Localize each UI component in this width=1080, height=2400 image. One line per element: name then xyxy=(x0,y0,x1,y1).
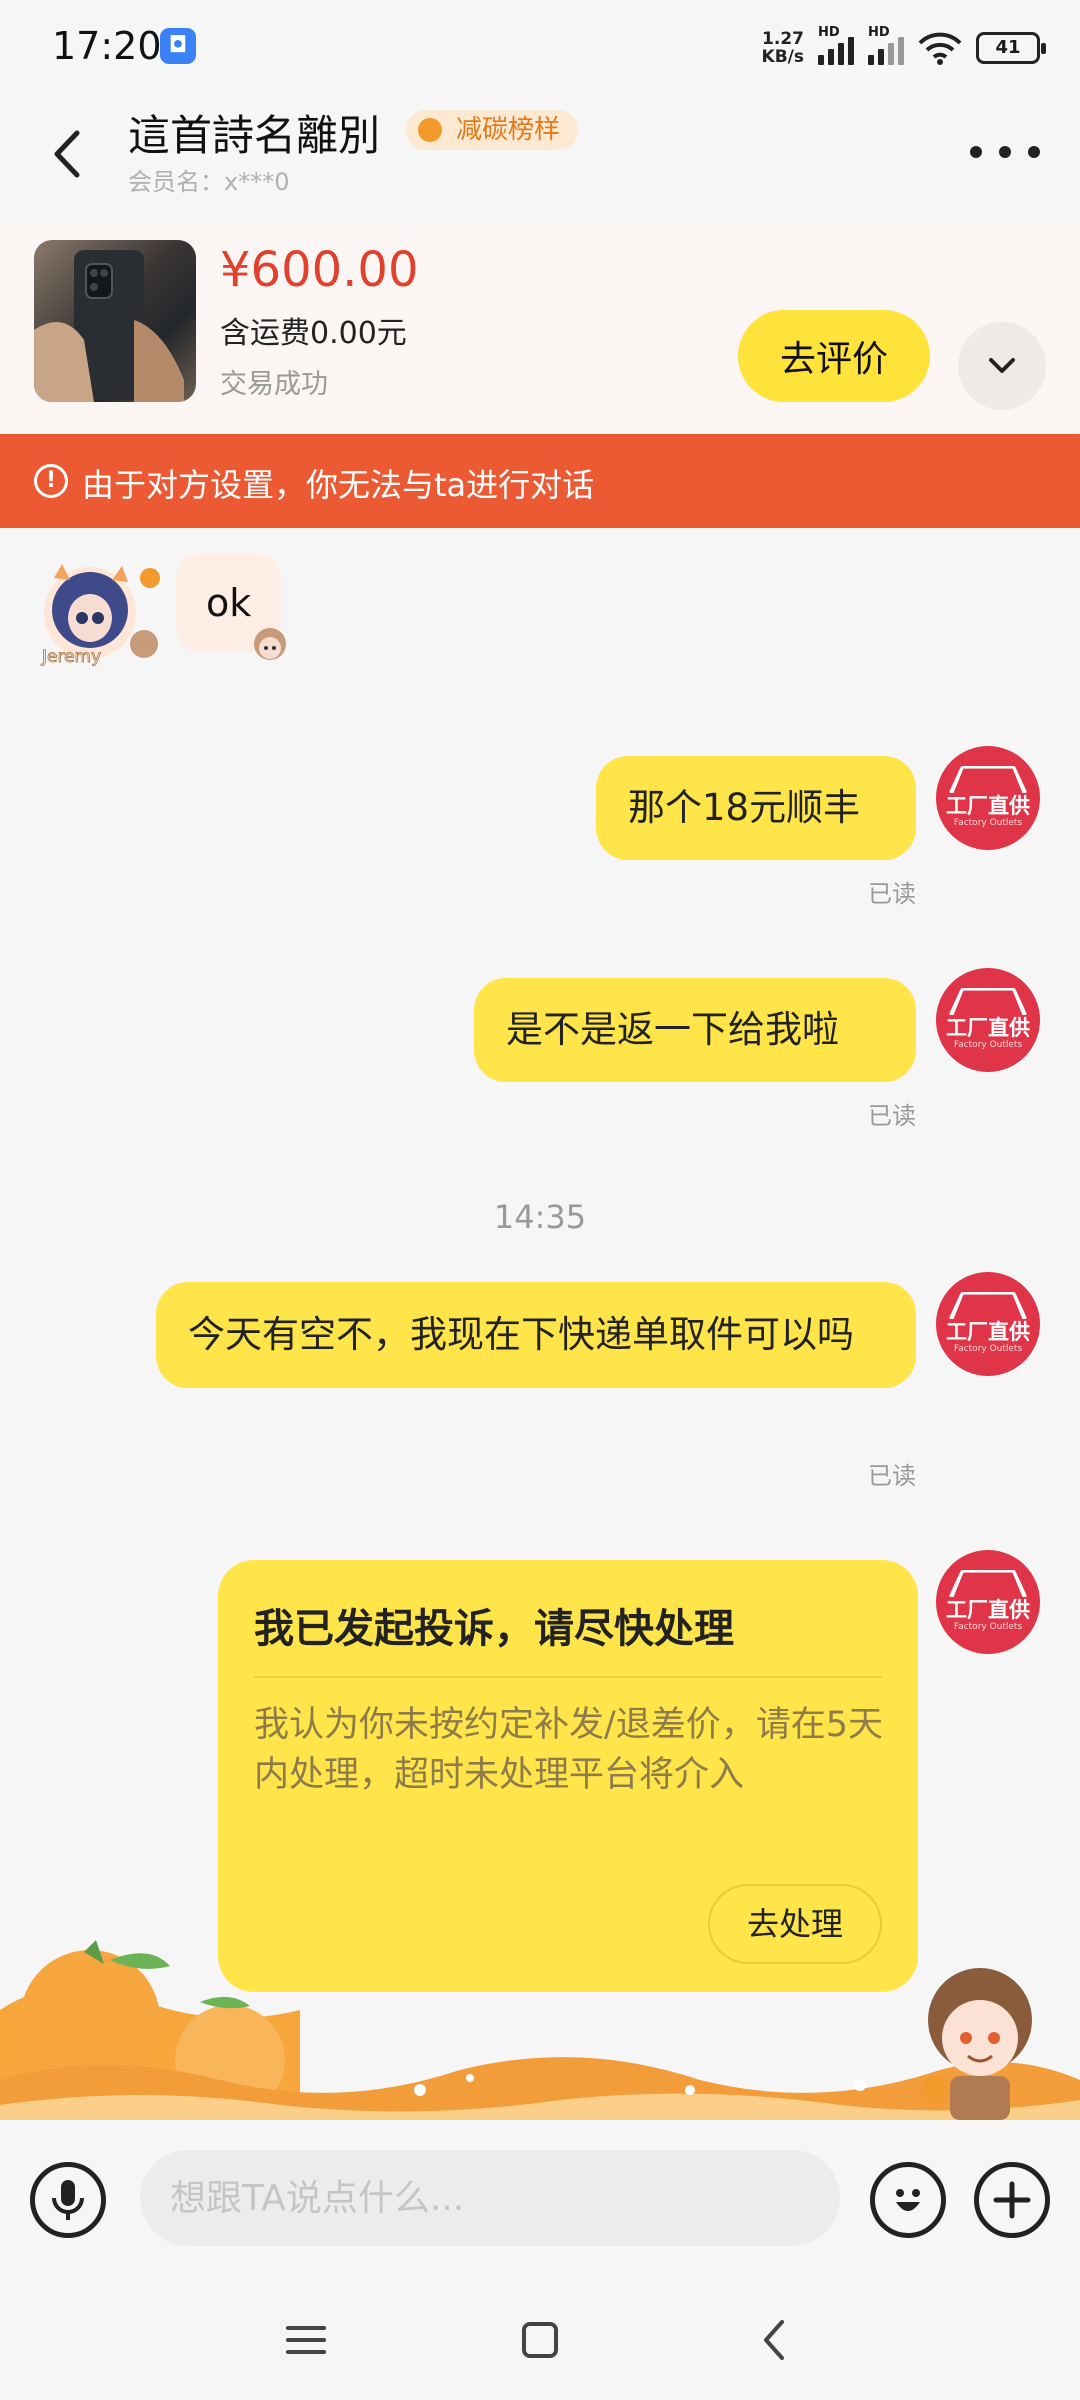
more-dot-icon xyxy=(999,146,1011,158)
mascot-sticker-icon xyxy=(254,628,286,660)
house-roof-icon xyxy=(948,1292,1028,1319)
app-notification-icon: ◘ xyxy=(160,28,196,64)
more-dot-icon xyxy=(1028,146,1040,158)
menu-icon xyxy=(286,2326,326,2354)
my-message-bubble[interactable]: 是不是返一下给我啦 xyxy=(474,978,916,1082)
chevron-left-icon xyxy=(764,2320,784,2360)
my-message-bubble[interactable]: 今天有空不，我现在下快递单取件可以吗 xyxy=(156,1282,916,1388)
price: ¥600.00 xyxy=(220,242,419,298)
complaint-title: 我已发起投诉，请尽快处理 xyxy=(254,1606,734,1652)
battery-icon: 41 xyxy=(976,32,1046,64)
review-button[interactable]: 去评价 xyxy=(738,310,930,402)
signal-icon: HD xyxy=(818,25,854,65)
message-list[interactable]: Jeremy ok 工厂直供 Factory Outlets 那个18元顺丰 已… xyxy=(0,528,1080,2120)
alert-icon: ! xyxy=(34,464,68,498)
handle-button[interactable]: 去处理 xyxy=(708,1884,882,1964)
badge-label: 减碳榜样 xyxy=(456,115,561,145)
chat-header: 這首詩名離別 减碳榜样 会员名：x***0 xyxy=(0,92,1080,222)
clock: 17:20 xyxy=(52,24,162,68)
chevron-left-icon xyxy=(54,130,80,178)
member-name: 会员名：x***0 xyxy=(128,168,290,196)
product-card[interactable]: ¥600.00 含运费0.00元 交易成功 去评价 xyxy=(0,222,1080,434)
peer-avatar[interactable]: Jeremy xyxy=(32,558,162,668)
microphone-icon xyxy=(52,2180,84,2220)
emoji-button[interactable] xyxy=(870,2162,946,2238)
trade-status: 交易成功 xyxy=(220,369,328,400)
more-options-button[interactable] xyxy=(970,132,1040,172)
my-avatar[interactable]: 工厂直供 Factory Outlets xyxy=(936,968,1040,1072)
shipping-fee: 含运费0.00元 xyxy=(220,316,407,351)
divider xyxy=(254,1676,882,1678)
smiley-icon xyxy=(896,2189,920,2211)
house-roof-icon xyxy=(948,1570,1028,1597)
anime-avatar: Jeremy xyxy=(41,564,160,667)
plus-icon xyxy=(993,2181,1031,2219)
phone-photo xyxy=(34,250,184,402)
house-roof-icon xyxy=(948,988,1028,1015)
complaint-body: 我认为你未按约定补发/退差价，请在5天内处理，超时未处理平台将介入 xyxy=(254,1705,884,1795)
my-avatar[interactable]: 工厂直供 Factory Outlets xyxy=(936,1272,1040,1376)
expand-button[interactable] xyxy=(958,322,1046,410)
home-square-icon xyxy=(522,2322,558,2358)
wifi-icon xyxy=(918,32,962,65)
status-icons: 1.27 KB/s HD HD 41 xyxy=(761,25,1046,70)
chevron-down-icon xyxy=(989,358,1015,373)
message-input[interactable] xyxy=(140,2150,840,2246)
my-message-bubble[interactable]: 那个18元顺丰 xyxy=(596,756,916,860)
menu-nav-button[interactable] xyxy=(266,2300,346,2380)
warning-text: 由于对方设置，你无法与ta进行对话 xyxy=(82,466,595,504)
contact-name[interactable]: 這首詩名離別 xyxy=(128,102,380,163)
voice-button[interactable] xyxy=(30,2162,106,2238)
blocked-warning-banner: ! 由于对方设置，你无法与ta进行对话 xyxy=(0,434,1080,528)
complaint-card[interactable]: 我已发起投诉，请尽快处理 我认为你未按约定补发/退差价，请在5天内处理，超时未处… xyxy=(218,1560,918,1992)
back-button[interactable] xyxy=(36,114,96,194)
signal-icon-2: HD xyxy=(868,25,904,65)
more-dot-icon xyxy=(970,146,982,158)
time-divider: 14:35 xyxy=(493,1198,587,1236)
status-bar: 17:20 ◘ 1.27 KB/s HD HD 41 xyxy=(0,0,1080,92)
back-nav-button[interactable] xyxy=(734,2300,814,2380)
svg-text:Jeremy: Jeremy xyxy=(41,647,101,667)
house-roof-icon xyxy=(948,766,1028,793)
product-thumbnail[interactable] xyxy=(34,240,196,402)
my-avatar[interactable]: 工厂直供 Factory Outlets xyxy=(936,746,1040,850)
system-navigation-bar xyxy=(0,2280,1080,2400)
add-button[interactable] xyxy=(974,2162,1050,2238)
chat-screen: 17:20 ◘ 1.27 KB/s HD HD 41 這首詩名離別 减碳榜样 会… xyxy=(0,0,1080,2400)
my-avatar[interactable]: 工厂直供 Factory Outlets xyxy=(936,1550,1040,1654)
read-status: 已读 xyxy=(868,880,916,908)
home-nav-button[interactable] xyxy=(500,2300,580,2380)
carbon-badge[interactable]: 减碳榜样 xyxy=(406,110,579,150)
network-speed: 1.27 KB/s xyxy=(761,29,804,67)
leaf-icon xyxy=(418,118,442,142)
read-status: 已读 xyxy=(868,1462,916,1490)
read-status: 已读 xyxy=(868,1102,916,1130)
input-bar xyxy=(0,2120,1080,2280)
